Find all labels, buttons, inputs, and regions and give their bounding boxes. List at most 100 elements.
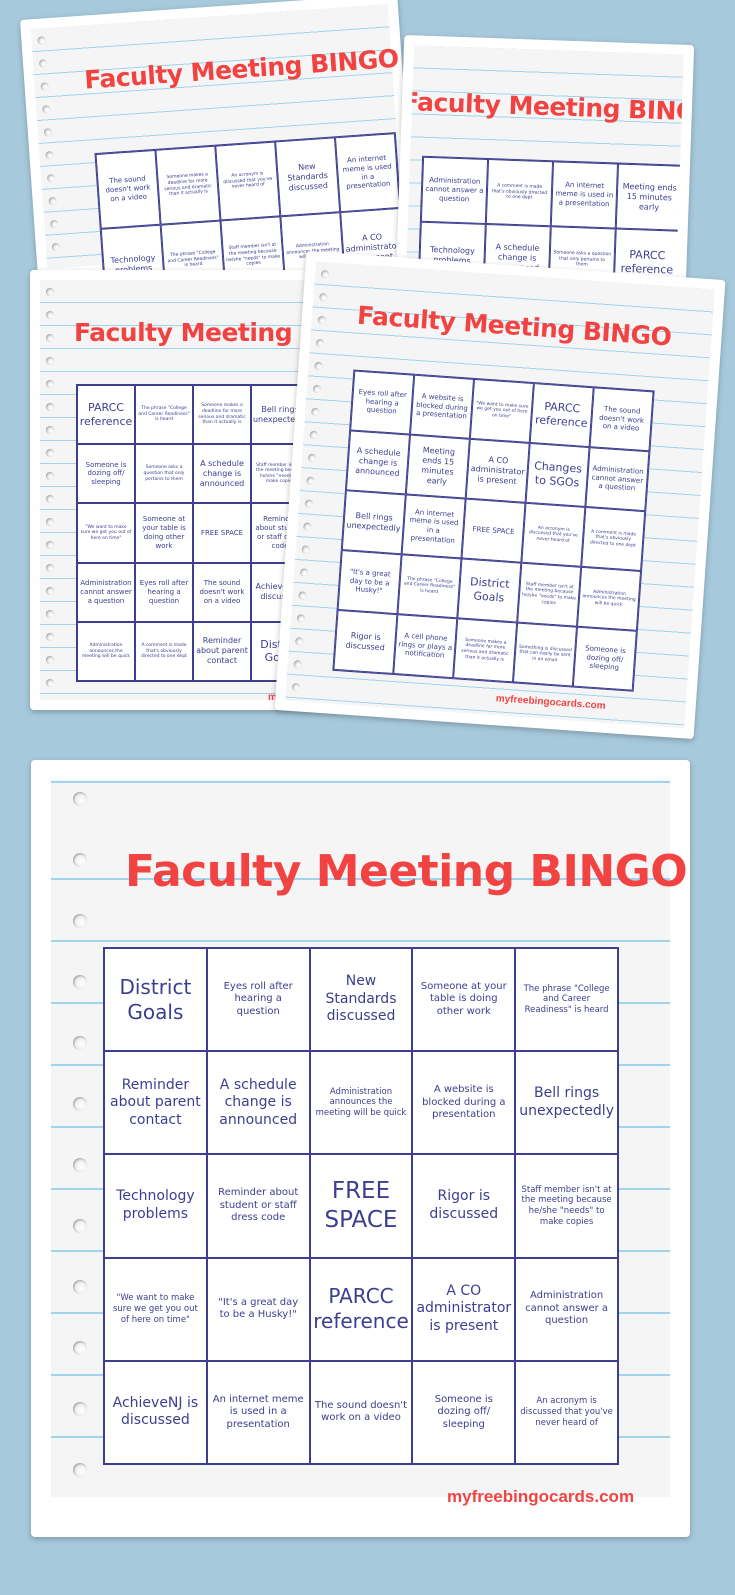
bingo-cell[interactable]: Staff member isn't at the meeting becaus… (515, 1154, 618, 1258)
bingo-cell[interactable]: Eyes roll after hearing a question (206, 948, 310, 1052)
bingo-cell[interactable]: Someone asks a question that only pertai… (135, 444, 193, 504)
bingo-cell[interactable]: Rigor is discussed (333, 609, 398, 674)
bingo-cell[interactable]: An acronym is discussed that you've neve… (215, 141, 281, 221)
bingo-cell[interactable]: Bell rings unexpectedly (341, 490, 406, 555)
bingo-cell[interactable]: An acronym is discussed that you've neve… (521, 502, 586, 567)
bingo-cell[interactable]: "We want to make sure we get you out of … (104, 1257, 207, 1361)
binder-ring-hole (311, 407, 320, 417)
binder-ring-hole (73, 1341, 87, 1355)
bingo-cell[interactable]: "It's a great day to be a Husky!" (206, 1257, 310, 1361)
card-title: Faculty Meeting BINGO (83, 43, 400, 95)
bingo-cell[interactable]: A schedule change is announced (345, 430, 410, 495)
bingo-card-preview-2: Faculty Meeting BINGO Administration can… (395, 35, 695, 290)
bingo-cell[interactable]: Someone makes a deadline far more seriou… (193, 385, 251, 445)
bingo-cell[interactable]: PARCC reference (613, 228, 681, 280)
bingo-cell[interactable]: Reminder about parent contact (193, 621, 251, 681)
bingo-cell[interactable]: The sound doesn't work on a video (589, 387, 654, 452)
binder-ring-hole (309, 430, 319, 440)
bingo-cell[interactable]: Someone at your table is doing other wor… (412, 948, 516, 1052)
bingo-cell[interactable]: An internet meme is used in a presentati… (334, 133, 401, 213)
bingo-cell[interactable]: New Standards discussed (309, 948, 413, 1052)
binder-ring-hole (73, 792, 87, 806)
free-space-cell[interactable]: FREE SPACE (193, 503, 251, 563)
bingo-cell[interactable]: The sound doesn't work on a video (95, 149, 161, 229)
bingo-cell[interactable]: "We want to make sure we get you out of … (77, 503, 135, 563)
bingo-cell[interactable]: A comment is made that's obviously direc… (485, 159, 554, 227)
binder-ring-hole (51, 242, 61, 252)
bingo-cell[interactable]: Someone is dozing off/ sleeping (77, 444, 135, 504)
binder-ring-hole (319, 292, 328, 302)
binder-ring-hole (295, 637, 304, 646)
bingo-cell[interactable]: An internet meme is used in a presentati… (206, 1360, 310, 1464)
bingo-cell[interactable]: District Goals (457, 558, 522, 623)
bingo-cell[interactable]: A CO administrator is present (465, 438, 530, 503)
binder-ring-hole (46, 472, 54, 480)
binder-ring-hole (46, 518, 54, 526)
main-bingo-card: Faculty Meeting BINGO District Goals Eyes… (31, 760, 690, 1537)
bingo-cell[interactable]: Administration cannot answer a question (77, 562, 135, 622)
bingo-cell[interactable]: The sound doesn't work on a video (193, 562, 251, 622)
bingo-cell[interactable]: A schedule change is announced (193, 444, 251, 504)
bingo-cell[interactable]: Something is discussed that can easily b… (512, 622, 578, 687)
bingo-cell[interactable]: Technology problems (104, 1154, 207, 1258)
bingo-cell[interactable]: AchieveNJ is discussed (104, 1360, 207, 1464)
bingo-cell[interactable]: An acronym is discussed that you've neve… (515, 1360, 618, 1464)
binder-ring-hole (46, 541, 54, 549)
bingo-cell[interactable]: "We want to make sure we get you out of … (469, 378, 534, 443)
bingo-cell[interactable]: Someone is dozing off/ sleeping (572, 626, 637, 691)
bingo-cell[interactable]: PARCC reference (77, 385, 135, 445)
bingo-cell[interactable]: Administration announces the meeting wil… (309, 1051, 413, 1155)
bingo-cell[interactable]: Eyes roll after hearing a question (350, 370, 415, 435)
bingo-cell[interactable]: New Standards discussed (275, 137, 341, 217)
bingo-cell[interactable]: The phrase "College and Career Readiness… (397, 554, 462, 619)
bingo-cell[interactable]: A cell phone rings or plays a notificati… (393, 614, 458, 679)
brand-link[interactable]: myfreebingocards.com (447, 1487, 634, 1507)
binder-ring-hole (46, 610, 54, 618)
bingo-cell[interactable]: A schedule change is announced (206, 1051, 310, 1155)
binder-ring-hole (46, 173, 56, 183)
binder-ring-hole (38, 59, 48, 68)
binder-ring-hole (40, 82, 49, 91)
bingo-cell[interactable]: The phrase "College and Career Readiness… (515, 948, 618, 1052)
bingo-cell[interactable]: PARCC reference (529, 383, 594, 448)
binder-ring-hole (296, 614, 306, 623)
bingo-cell[interactable]: An internet meme is used in a presentati… (401, 494, 466, 559)
bingo-cell[interactable]: Bell rings unexpectedly (515, 1051, 618, 1155)
bingo-cell[interactable]: Administration announces the meeting wil… (577, 566, 642, 631)
free-space-cell[interactable]: FREE SPACE (461, 498, 526, 563)
bingo-cell[interactable]: A website is blocked during a presentati… (412, 1051, 516, 1155)
binder-ring-hole (314, 361, 323, 371)
bingo-cell[interactable]: Eyes roll after hearing a question (135, 562, 193, 622)
bingo-cell[interactable]: "It's a great day to be a Husky!" (337, 550, 402, 615)
bingo-cell[interactable]: Administration cannot answer a question (515, 1257, 618, 1361)
free-space-cell[interactable]: FREE SPACE (309, 1154, 413, 1258)
bingo-cell[interactable]: Meeting ends 15 minutes early (615, 163, 683, 231)
bingo-cell[interactable]: The sound doesn't work on a video (309, 1360, 413, 1464)
bingo-cell[interactable]: Changes to SGOs (525, 442, 590, 507)
bingo-cell[interactable]: Administration cannot answer a question (585, 447, 650, 512)
bingo-cell[interactable]: An internet meme is used in a presentati… (550, 161, 619, 229)
bingo-cell[interactable]: Reminder about student or staff dress co… (206, 1154, 310, 1258)
binder-ring-hole (298, 591, 307, 600)
bingo-cell[interactable]: Administration cannot answer a question (420, 156, 489, 224)
brand-link[interactable]: myfreebingocards.com (495, 693, 606, 712)
bingo-cell[interactable]: The phrase "College and Career Readiness… (135, 385, 193, 445)
bingo-cell[interactable]: A comment is made that's obviously direc… (135, 621, 193, 681)
bingo-cell[interactable]: A comment is made that's obviously direc… (581, 506, 646, 572)
binder-ring-hole (73, 1280, 87, 1294)
bingo-cell[interactable]: A website is blocked during a presentati… (409, 374, 475, 439)
bingo-cell[interactable]: Someone at your table is doing other wor… (135, 503, 193, 563)
bingo-cell[interactable]: Someone is dozing off/ sleeping (412, 1360, 516, 1464)
bingo-cell[interactable]: Rigor is discussed (412, 1154, 516, 1258)
bingo-cell[interactable]: Someone makes a deadline far more seriou… (155, 145, 221, 225)
bingo-cell[interactable]: A CO administrator is present (412, 1257, 516, 1361)
bingo-cell[interactable]: PARCC reference (309, 1257, 413, 1361)
bingo-cell[interactable]: Meeting ends 15 minutes early (405, 434, 470, 499)
bingo-cell[interactable]: Staff member isn't at the meeting becaus… (517, 562, 582, 627)
binder-ring-hole (73, 1402, 87, 1416)
bingo-cell[interactable]: Someone makes a deadline far more seriou… (453, 618, 518, 683)
binder-ring-hole (46, 311, 54, 319)
bingo-cell[interactable]: Reminder about parent contact (104, 1051, 207, 1155)
bingo-cell[interactable]: District Goals (104, 948, 207, 1052)
bingo-cell[interactable]: Administration announces the meeting wil… (77, 621, 135, 681)
